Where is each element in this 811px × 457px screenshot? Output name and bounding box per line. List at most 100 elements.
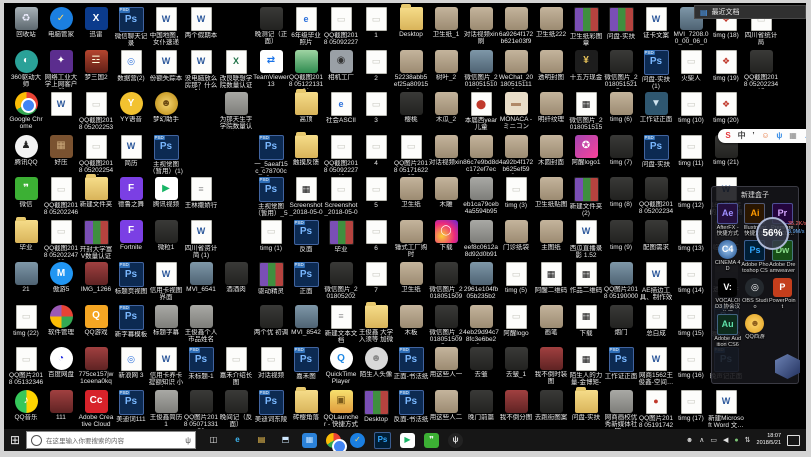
desktop-icon[interactable]: ▦微信图片_20180515152… (568, 92, 604, 132)
organizer-item[interactable]: V:VOCALOID3 协会汉化版 (714, 278, 741, 311)
network-tray-icon[interactable]: ⇅ (745, 437, 751, 444)
desktop-icon[interactable]: 门诊纸袋 (498, 220, 534, 251)
desktop-icon[interactable]: 砖樱角落 (288, 390, 324, 421)
desktop-icon[interactable]: 驱动精灵 (253, 262, 289, 295)
qq-button[interactable]: ▦ (302, 433, 317, 448)
hidden-icons-chevron[interactable]: ∧ (699, 437, 704, 444)
desktop-icon[interactable]: e6年级毕业照片 (288, 7, 324, 47)
desktop-icon[interactable]: M傲游5 (43, 262, 79, 293)
desktop-icon[interactable]: Desktop (393, 7, 429, 38)
desktop-icon[interactable]: ▦Screenshot_2018-05-06… (288, 177, 324, 217)
desktop-icon[interactable]: CcAdobe Creative Cloud (78, 390, 114, 429)
desktop-icon[interactable]: timg (9) (603, 220, 639, 251)
file-explorer-button[interactable]: ▤ (254, 433, 269, 448)
desktop-icon[interactable]: 用这些人一 (428, 347, 464, 378)
desktop-icon[interactable]: ≡王林撒娇行 (183, 177, 219, 209)
desktop-icon[interactable]: ▭timg (11) (673, 135, 709, 167)
desktop-icon[interactable]: 卫生纸贴图 (533, 177, 569, 208)
desktop-icon[interactable]: ▭QQ截图2018 0520224642 (43, 177, 79, 217)
desktop-icon[interactable]: 晚测记（正面） (253, 7, 289, 46)
desktop-icon[interactable]: 775ce157jw1ceena0kqs… (78, 347, 114, 386)
desktop-icon[interactable]: QQQ游戏 (78, 305, 114, 336)
desktop-icon[interactable]: 锤式工厂购时 (393, 220, 429, 259)
desktop-icon[interactable]: ◎新浪网 3 (113, 347, 149, 379)
desktop-icon[interactable]: IMG_1266 (78, 262, 114, 293)
desktop-icon[interactable]: 软件管理 (43, 305, 79, 336)
desktop-icon[interactable]: QQ截图2018 0512213131 (288, 50, 324, 89)
desktop-icon[interactable]: ▭QQ截图2018 0509222705 (323, 7, 359, 47)
desktop-icon[interactable]: ◐360驱动大师 (8, 50, 44, 89)
desktop-icon[interactable]: W新建Microsoft Word 文… (708, 390, 744, 430)
desktop-icon[interactable]: ◔百度网盘 (43, 347, 79, 378)
desktop-icon[interactable]: PsPSD反面 (288, 220, 324, 253)
desktop-icon[interactable]: timg (6) (603, 92, 639, 123)
desktop-icon[interactable]: ▭timg (16) (673, 347, 709, 379)
desktop-icon[interactable]: 烟门 (603, 305, 639, 336)
desktop-icon[interactable]: 画笔 (533, 305, 569, 336)
task-view-button[interactable]: ◫ (206, 433, 221, 448)
desktop-icon[interactable]: MVI_6541 (183, 262, 219, 293)
desktop-icon[interactable]: ♟腾讯QQ (8, 135, 44, 166)
user-tray-icon[interactable]: ☻ (686, 437, 693, 444)
desktop-icon[interactable]: ▭2 (358, 50, 394, 82)
desktop-icon[interactable]: ▭火柴人 (673, 50, 709, 82)
desktop-icon[interactable]: ◉相机工厂 (323, 50, 359, 81)
desktop-icon[interactable]: 新建文件夹 (2) (568, 177, 604, 218)
keyboard-icon[interactable]: ▦ (789, 132, 797, 140)
desktop-icon[interactable]: ▭QQ截图2018 0520225317 (78, 92, 114, 132)
desktop-icon[interactable]: ¥十五万现金 (568, 50, 604, 81)
desktop-icon[interactable]: eef8c0612a8d92d0b914… (463, 220, 499, 259)
desktop-icon[interactable]: ◯下载 (428, 220, 464, 251)
desktop-icon[interactable]: 高顶 (288, 92, 324, 123)
desktop-icon[interactable]: ✪阿醒logo1 (568, 135, 604, 166)
desktop-icon[interactable]: QQuickTime Player (323, 347, 359, 386)
desktop-icon[interactable]: PsPSD标题页视图 (113, 262, 149, 295)
desktop-icon[interactable]: 木瓜_2 (428, 92, 464, 123)
desktop-icon[interactable]: 对话视频xin (428, 135, 464, 166)
desktop-icon[interactable]: 毕业 (8, 220, 44, 251)
desktop-icon[interactable]: ▦下载 (568, 305, 604, 337)
voice-input-icon[interactable]: ψ (776, 132, 782, 140)
desktop-icon[interactable]: eb1ca79ceb4a5594b951… (463, 177, 499, 216)
desktop-icon[interactable]: QQ图片2018 0507133150 (183, 390, 219, 429)
desktop-icon[interactable]: 木圆封面 (533, 135, 569, 166)
desktop-icon[interactable]: 网商画校优秀新媒体社团… (603, 390, 639, 429)
desktop-icon[interactable]: ✦网络工业大学上网客户端 (43, 50, 79, 89)
recent-documents-bar[interactable]: ▤ 最近文档 (694, 5, 806, 19)
desktop-icon[interactable]: ❖timg (20) (708, 92, 744, 124)
organizer-item[interactable]: C4CINEMA 4D (714, 240, 741, 275)
desktop-icon[interactable]: W信用卡视图界面 (148, 262, 184, 302)
desktop-icon[interactable]: F德鲁之舞 (113, 177, 149, 208)
desktop-icon[interactable]: ▼工作证正面 (638, 92, 674, 123)
desktop-icon[interactable]: W中国地图，女仆速递 (148, 7, 184, 47)
desktop-icon[interactable]: ☻梦幻助手 (148, 92, 184, 123)
desktop-icon[interactable]: ▭timg (17) (673, 390, 709, 422)
desktop-icon[interactable]: ▭timg (10) (673, 92, 709, 124)
recorder-button[interactable]: ψ (448, 433, 463, 448)
wechat-button[interactable]: ❞ (424, 433, 439, 448)
desktop-icon[interactable]: W (43, 92, 79, 117)
desktop-icon[interactable]: 微信图片_20180515102… (463, 50, 499, 89)
desktop-icon[interactable]: Desktop (358, 390, 394, 423)
desktop-icon[interactable]: PsPSD问盘-实扶 (1) (638, 50, 674, 91)
desktop-icon[interactable]: 问盘-实扶 (568, 390, 604, 421)
desktop-icon[interactable]: PsPSD美迪词东陵 (253, 390, 289, 423)
desktop-icon[interactable]: ☲梦三国2 (78, 50, 114, 81)
desktop-icon[interactable]: 为那天生字学院数量认证 (218, 92, 254, 131)
start-button[interactable]: ⊞ (4, 429, 26, 451)
pc-manager-button[interactable]: ✓ (350, 433, 365, 448)
desktop-icon[interactable]: WAE描边工具、制作效果… (638, 262, 674, 302)
desktop-icon[interactable]: 卫生纸222 (533, 7, 569, 38)
desktop-icon[interactable]: ❞微信 (8, 177, 44, 208)
chinese-mode-icon[interactable]: 中 (738, 132, 746, 140)
desktop-icon[interactable]: 新建文件夹 (78, 177, 114, 208)
desktop-icon[interactable]: ▭嘉禾介绍长图 (218, 347, 254, 387)
desktop-icon[interactable]: ▭timg (12) (673, 177, 709, 209)
desktop-icon[interactable]: W西瓜直播录影 1.52 (568, 220, 604, 260)
desktop-icon[interactable]: W没电脑放么房那？什么时… (183, 50, 219, 90)
desktop-icon[interactable]: ▭QQ截图2018 0520225446 (78, 135, 114, 175)
desktop-icon[interactable]: 樱桃 (393, 92, 429, 123)
edge-browser-button[interactable]: e (230, 433, 245, 448)
desktop-icon[interactable]: ▶腾讯视频 (148, 177, 184, 208)
desktop-icon[interactable]: 标题字幕 (148, 305, 184, 336)
